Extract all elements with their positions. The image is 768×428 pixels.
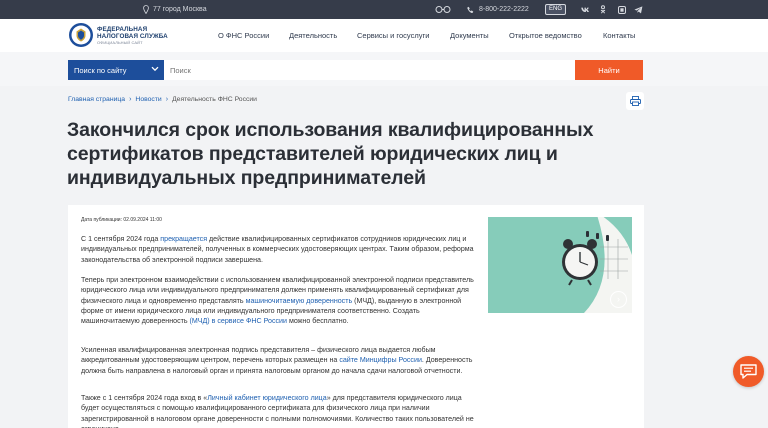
- nav-open-agency[interactable]: Открытое ведомство: [509, 19, 582, 52]
- phone-number: 8-800-222-2222: [479, 6, 529, 13]
- location-pin-icon: [143, 5, 149, 14]
- search-input[interactable]: [164, 60, 575, 80]
- search-bar: Поиск по сайту Найти: [0, 52, 768, 86]
- chevron-right-icon: ›: [129, 96, 132, 103]
- search-button[interactable]: Найти: [575, 60, 643, 80]
- nav-contacts[interactable]: Контакты: [603, 19, 635, 52]
- accessibility-glasses-icon[interactable]: [435, 5, 451, 14]
- text: С 1 сентября 2024 года: [81, 235, 161, 243]
- link-mchd-service[interactable]: (МЧД) в сервисе ФНС России: [190, 317, 287, 325]
- paragraph-1: С 1 сентября 2024 года прекращается дейс…: [81, 234, 476, 265]
- breadcrumb-news[interactable]: Новости: [135, 96, 161, 103]
- breadcrumb-home[interactable]: Главная страница: [68, 96, 125, 103]
- hotline-phone[interactable]: 8-800-222-2222: [467, 0, 529, 19]
- language-switch[interactable]: ENG: [545, 4, 567, 15]
- link-personal-cabinet[interactable]: Личный кабинет юридического лица: [207, 394, 326, 402]
- region-selector[interactable]: 77 город Москва: [143, 0, 207, 19]
- phone-icon: [467, 6, 474, 13]
- chevron-down-icon: [151, 66, 159, 72]
- breadcrumb-current: Деятельность ФНС России: [172, 96, 257, 103]
- link-mintsifry[interactable]: сайте Минцифры России: [339, 356, 422, 364]
- print-button[interactable]: [626, 92, 644, 110]
- article-card: Дата публикации: 02.09.2024 11:00 С 1 се…: [68, 205, 644, 428]
- next-arrow-icon[interactable]: ›: [610, 291, 627, 308]
- chat-icon: [740, 364, 757, 379]
- odnoklassniki-icon[interactable]: [597, 4, 608, 15]
- search-scope-label: Поиск по сайту: [74, 65, 127, 75]
- link-mchd[interactable]: машиночитаемую доверенность: [246, 297, 353, 305]
- printer-icon: [629, 96, 641, 106]
- chevron-right-icon: ›: [165, 96, 169, 103]
- breadcrumb: Главная страница › Новости › Деятельност…: [68, 96, 257, 103]
- nav-about[interactable]: О ФНС России: [218, 19, 269, 52]
- site-header: ФЕДЕРАЛЬНАЯ НАЛОГОВАЯ СЛУЖБА ОФИЦИАЛЬНЫЙ…: [0, 19, 768, 52]
- brand-line-2: НАЛОГОВАЯ СЛУЖБА: [97, 33, 168, 40]
- paragraph-2: Теперь при электронном взаимодействии с …: [81, 275, 476, 326]
- article-title: Закончился срок использования квалифицир…: [67, 119, 594, 189]
- nav-services[interactable]: Сервисы и госуслуги: [357, 19, 429, 52]
- publication-date: Дата публикации: 02.09.2024 11:00: [81, 217, 162, 223]
- telegram-icon[interactable]: [633, 4, 644, 15]
- top-bar: 77 город Москва 8-800-222-2222 ENG: [0, 0, 768, 19]
- brand-line-1: ФЕДЕРАЛЬНАЯ: [97, 26, 148, 33]
- text: можно бесплатно.: [286, 317, 349, 326]
- nav-activity[interactable]: Деятельность: [289, 19, 337, 52]
- site-brand[interactable]: ФЕДЕРАЛЬНАЯ НАЛОГОВАЯ СЛУЖБА ОФИЦИАЛЬНЫЙ…: [97, 26, 168, 45]
- paragraph-4: Также с 1 сентября 2024 года вход в «Лич…: [81, 393, 476, 428]
- region-label: 77 город Москва: [153, 6, 207, 13]
- link-ceases[interactable]: прекращается: [160, 235, 207, 243]
- search-scope-dropdown[interactable]: Поиск по сайту: [68, 60, 164, 80]
- brand-subtitle: ОФИЦИАЛЬНЫЙ САЙТ: [97, 40, 143, 45]
- article-image[interactable]: ›: [488, 217, 632, 313]
- vk-icon[interactable]: [580, 4, 591, 15]
- fns-emblem-logo[interactable]: [68, 22, 94, 48]
- nav-documents[interactable]: Документы: [450, 19, 489, 52]
- paragraph-3: Усиленная квалифицированная электронная …: [81, 345, 476, 376]
- feedback-chat-button[interactable]: [733, 356, 764, 387]
- text: Также с 1 сентября 2024 года вход в «: [81, 394, 208, 402]
- rutube-icon[interactable]: [616, 4, 627, 15]
